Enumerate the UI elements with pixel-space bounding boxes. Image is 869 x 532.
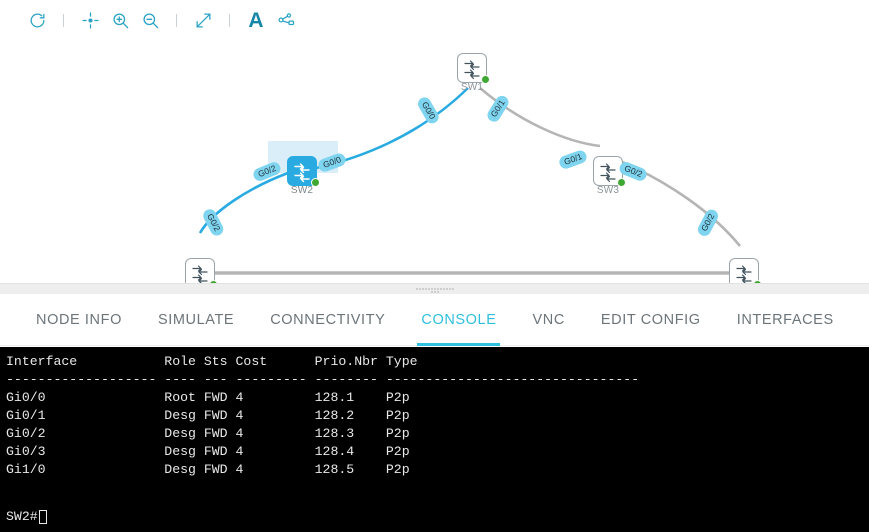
tab-vnc[interactable]: VNC <box>514 294 582 346</box>
topology-links <box>198 87 742 275</box>
panel-splitter[interactable] <box>0 283 869 294</box>
switch-icon <box>729 258 759 283</box>
console-output: Interface Role Sts Cost Prio.Nbr Type --… <box>6 354 640 477</box>
node-label: SW1 <box>460 82 484 93</box>
topology-layout-icon[interactable] <box>271 5 301 35</box>
tab-bar: NODE INFO SIMULATE CONNECTIVITY CONSOLE … <box>0 294 869 346</box>
tab-console[interactable]: CONSOLE <box>403 294 514 346</box>
console-prompt-text: SW2# <box>6 509 38 524</box>
switch-icon <box>185 258 215 283</box>
console-terminal[interactable]: Interface Role Sts Cost Prio.Nbr Type --… <box>0 347 869 532</box>
text-label-icon[interactable]: A <box>241 5 271 35</box>
fit-screen-icon[interactable] <box>188 5 218 35</box>
zoom-in-icon[interactable] <box>105 5 135 35</box>
center-target-icon[interactable] <box>75 5 105 35</box>
tab-interfaces[interactable]: INTERFACES <box>719 294 852 346</box>
tab-simulate[interactable]: SIMULATE <box>140 294 252 346</box>
splitter-grip-handle[interactable] <box>415 287 455 293</box>
toolbar: A <box>0 0 869 40</box>
toolbar-separator-3 <box>229 13 230 27</box>
node-label: SW3 <box>596 185 620 196</box>
tab-node-info[interactable]: NODE INFO <box>18 294 140 346</box>
console-cursor <box>38 510 47 524</box>
console-prompt-line[interactable]: SW2# <box>6 508 47 526</box>
tab-edit-config[interactable]: EDIT CONFIG <box>583 294 719 346</box>
tab-connectivity[interactable]: CONNECTIVITY <box>252 294 403 346</box>
reload-icon[interactable] <box>22 5 52 35</box>
topology-canvas[interactable]: SW1 SW2 SW3 G0/0 G0/1 G0/2 G0/0 G0/2 G0/… <box>0 40 869 283</box>
toolbar-separator-1 <box>63 13 64 27</box>
node-label: SW2 <box>290 185 314 196</box>
zoom-out-icon[interactable] <box>135 5 165 35</box>
toolbar-separator-2 <box>176 13 177 27</box>
text-label-glyph: A <box>248 8 264 32</box>
